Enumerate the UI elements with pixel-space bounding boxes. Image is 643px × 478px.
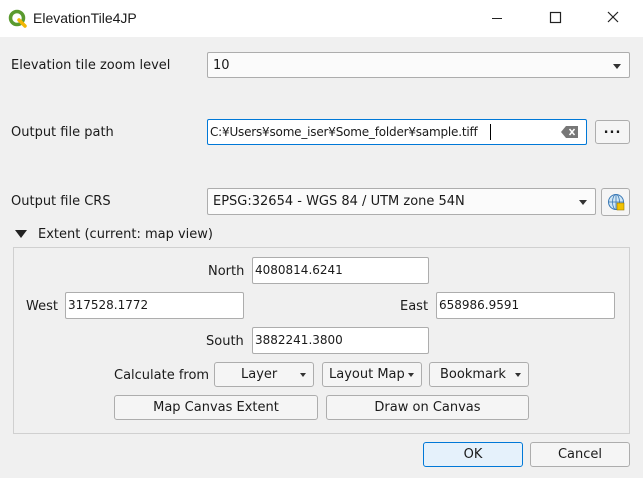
west-label: West [26,299,58,314]
maximize-icon [549,11,562,24]
browse-button[interactable]: ... [595,120,630,144]
bookmark-dropdown-button[interactable]: Bookmark [429,362,529,387]
chevron-down-icon [579,200,587,205]
west-input[interactable]: 317528.1772 [65,292,244,319]
close-button[interactable] [590,0,636,37]
zoom-level-value: 10 [213,58,230,73]
map-canvas-extent-label: Map Canvas Extent [153,400,279,415]
layer-dropdown-button[interactable]: Layer [214,362,314,387]
north-input[interactable]: 4080814.6241 [252,257,429,284]
crs-label: Output file CRS [11,194,111,209]
minimize-icon [492,18,502,19]
south-label: South [206,334,244,349]
north-value: 4080814.6241 [255,263,343,277]
calculate-from-label: Calculate from [114,368,210,383]
chevron-down-icon [515,373,521,377]
east-label: East [400,299,429,314]
west-value: 317528.1772 [68,298,149,312]
layout-map-button-label: Layout Map [329,367,405,382]
clear-icon[interactable] [561,126,579,142]
south-value: 3882241.3800 [255,333,343,347]
dialog-window: ElevationTile4JP Elevation tile zoom lev… [0,0,643,478]
east-value: 658986.9591 [439,298,520,312]
text-caret [490,124,491,140]
extent-header[interactable]: Extent (current: map view) [38,227,213,242]
layer-button-label: Layer [241,367,278,382]
crs-globe-icon [608,194,625,211]
zoom-level-label: Elevation tile zoom level [11,58,171,73]
map-canvas-extent-button[interactable]: Map Canvas Extent [114,395,318,420]
maximize-button[interactable] [532,0,578,37]
window-title: ElevationTile4JP [33,10,137,26]
east-input[interactable]: 658986.9591 [436,292,615,319]
draw-on-canvas-label: Draw on Canvas [374,400,481,415]
cancel-button-label: Cancel [557,447,603,462]
ok-button[interactable]: OK [423,442,523,467]
close-icon [607,11,619,23]
ok-button-label: OK [463,447,483,462]
output-path-input[interactable]: C:¥Users¥some_iser¥Some_folder¥sample.ti… [207,119,587,145]
crs-select[interactable]: EPSG:32654 - WGS 84 / UTM zone 54N [207,188,596,215]
triangle-down-icon[interactable] [15,230,27,238]
title-bar: ElevationTile4JP [0,0,643,37]
chevron-down-icon [613,64,621,69]
chevron-down-icon [408,373,414,377]
south-input[interactable]: 3882241.3800 [252,327,429,354]
chevron-down-icon [300,373,306,377]
north-label: North [208,264,245,279]
minimize-button[interactable] [474,0,520,37]
crs-value: EPSG:32654 - WGS 84 / UTM zone 54N [213,194,465,209]
select-crs-button[interactable] [601,188,630,216]
layout-map-dropdown-button[interactable]: Layout Map [322,362,422,387]
qgis-logo-icon [8,9,28,29]
output-path-label: Output file path [11,125,114,140]
cancel-button[interactable]: Cancel [530,442,630,467]
browse-button-label: ... [603,122,622,137]
bookmark-button-label: Bookmark [440,367,506,382]
output-path-value: C:¥Users¥some_iser¥Some_folder¥sample.ti… [210,125,478,139]
zoom-level-select[interactable]: 10 [207,52,630,78]
draw-on-canvas-button[interactable]: Draw on Canvas [326,395,529,420]
